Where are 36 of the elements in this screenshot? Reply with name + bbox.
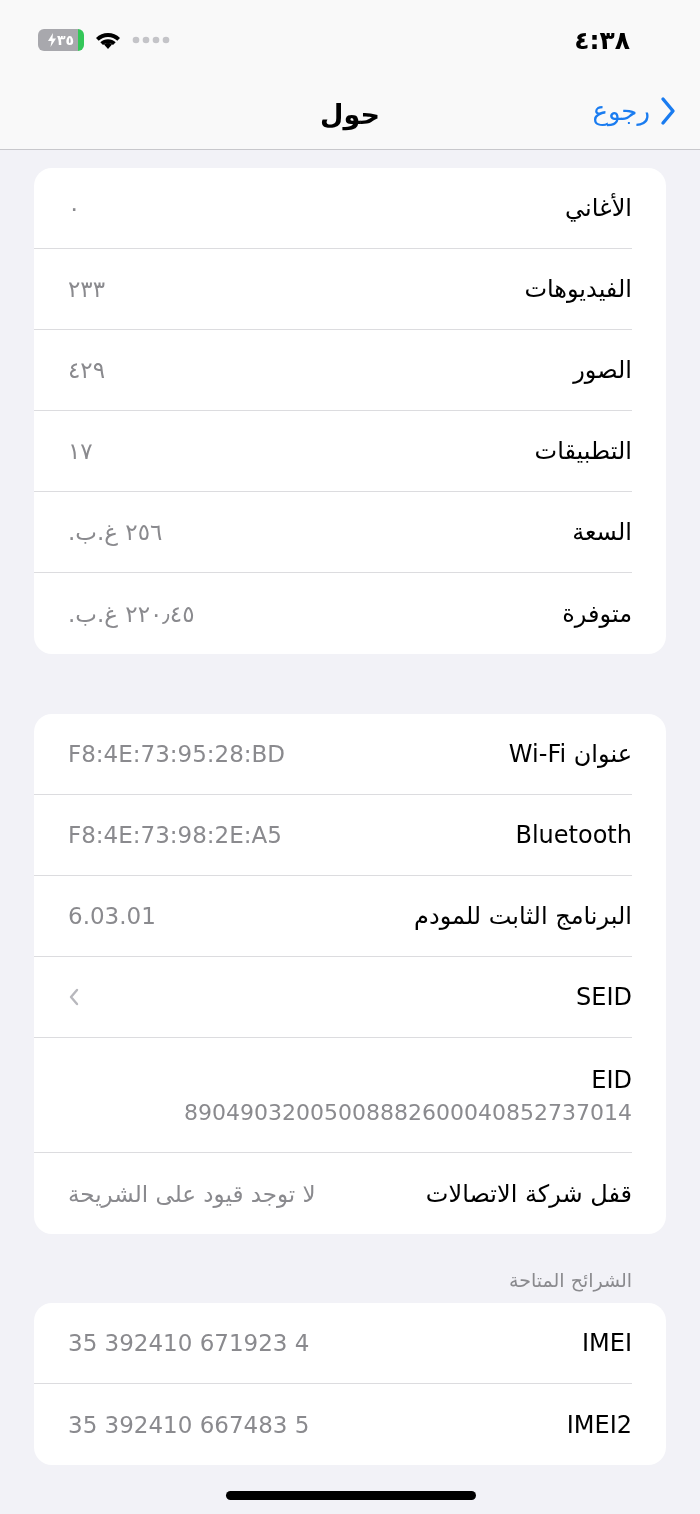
row-value: 35 392410 671923 4 xyxy=(68,1330,310,1356)
chevron-right-icon xyxy=(660,96,676,126)
row-label: السعة xyxy=(572,518,632,546)
row-label: IMEI xyxy=(581,1329,632,1357)
row-label: IMEI2 xyxy=(566,1410,632,1439)
row-value: F8:4E:73:98:2E:A5 xyxy=(68,822,282,848)
row-label: البرنامج الثابت للمودم xyxy=(414,902,632,930)
battery-percent: ٣٥ xyxy=(56,32,75,48)
row-value: 89049032005008882600040852737014 xyxy=(184,1099,632,1125)
row-value: F8:4E:73:95:28:BD xyxy=(68,741,286,767)
back-button[interactable]: رجوع xyxy=(588,92,680,130)
row-value: ١٧ xyxy=(68,438,93,464)
row-value: ٠ xyxy=(68,195,81,221)
row-label: Bluetooth xyxy=(515,821,632,849)
row-label: قفل شركة الاتصالات xyxy=(425,1179,632,1208)
section-header: الشرائح المتاحة xyxy=(508,1268,633,1294)
status-time: ٤:٣٨ xyxy=(574,25,630,55)
row-label: متوفرة xyxy=(562,599,632,628)
row-label: EID xyxy=(591,1065,632,1094)
row-value: ٢٣٣ xyxy=(68,276,106,302)
row-value: ٢٢٠٫٤٥ غ.ب. xyxy=(68,600,195,627)
wifi-icon xyxy=(94,30,122,50)
signal-dots-icon xyxy=(132,36,170,44)
row-label: التطبيقات xyxy=(534,437,632,465)
settings-row[interactable]: SEID xyxy=(34,957,632,1038)
row-value: ٤٢٩ xyxy=(68,357,106,383)
row-label: الفيديوهات xyxy=(524,275,632,303)
chevron-left-icon xyxy=(68,987,80,1007)
row-label: عنوان Wi-Fi xyxy=(508,740,632,768)
row-label: الأغاني xyxy=(565,194,632,222)
row-value: 35 392410 667483 5 xyxy=(68,1411,310,1438)
row-value: لا توجد قيود على الشريحة xyxy=(68,1180,316,1207)
row-value: 6.03.01 xyxy=(68,903,156,929)
row-label: الصور xyxy=(573,356,632,384)
page-title: حول xyxy=(320,99,380,130)
row-value: ٢٥٦ غ.ب. xyxy=(68,519,163,545)
